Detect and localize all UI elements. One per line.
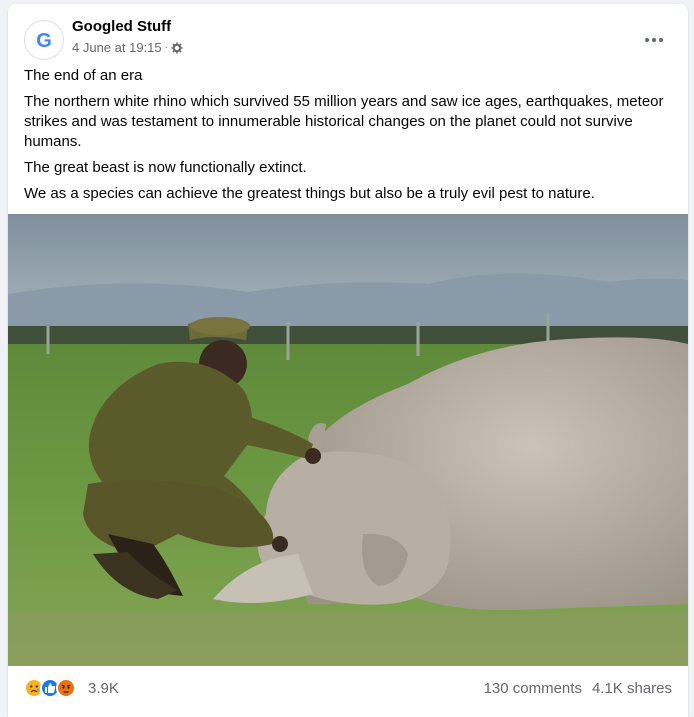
post-paragraph: The end of an era: [24, 67, 143, 84]
comments-count-link[interactable]: 130 comments: [484, 680, 582, 697]
svg-text:G: G: [36, 30, 52, 52]
gear-icon[interactable]: [171, 42, 183, 54]
post-paragraph: The northern white rhino which survived …: [24, 93, 664, 150]
google-logo-icon: G: [36, 30, 52, 52]
post-header: G Googled Stuff 4 June at 19:15 ·: [24, 16, 672, 60]
post-paragraph: We as a species can achieve the greatest…: [24, 185, 595, 202]
post-stats: 130 comments 4.1K shares: [484, 680, 672, 697]
meta-separator: ·: [164, 42, 168, 53]
post-meta: 4 June at 19:15 ·: [72, 40, 183, 55]
author-name[interactable]: Googled Stuff: [72, 18, 171, 35]
post-text: The end of an era The northern white rhi…: [24, 66, 674, 210]
post-photo[interactable]: [8, 214, 688, 666]
reactions-summary[interactable]: [24, 678, 76, 698]
post-card: G Googled Stuff 4 June at 19:15 · The en…: [8, 4, 688, 717]
ranger-and-rhino-image: [8, 214, 688, 666]
more-options-button[interactable]: [636, 26, 672, 54]
post-paragraph: The great beast is now functionally exti…: [24, 159, 307, 176]
angry-reaction-icon: [56, 678, 76, 698]
shares-count-link[interactable]: 4.1K shares: [592, 680, 672, 697]
reaction-count[interactable]: 3.9K: [88, 680, 119, 697]
post-footer: 3.9K 130 comments 4.1K shares: [24, 672, 672, 708]
page-avatar[interactable]: G: [24, 20, 64, 60]
more-horizontal-icon: [645, 38, 663, 42]
post-timestamp[interactable]: 4 June at 19:15: [72, 40, 162, 55]
